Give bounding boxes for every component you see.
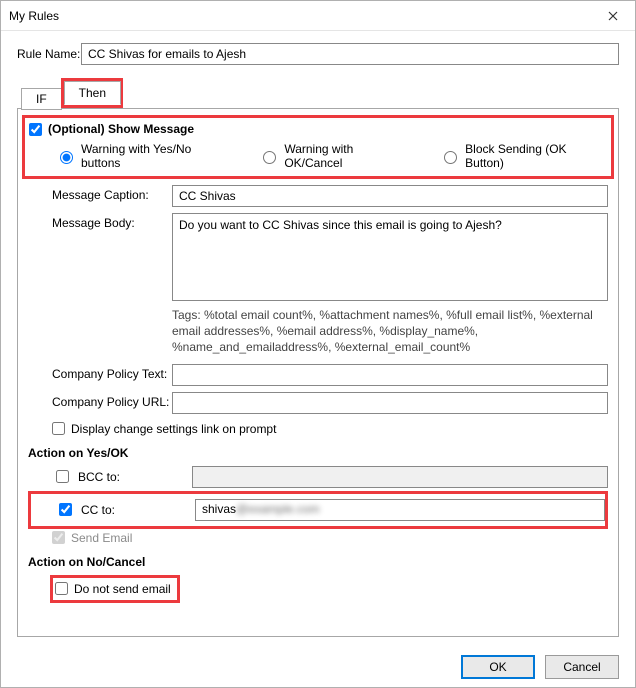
do-not-send-row: Do not send email bbox=[55, 582, 171, 596]
tab-then-label: Then bbox=[79, 86, 106, 100]
highlight-then-tab: Then bbox=[61, 78, 123, 108]
radio-warning-okcancel-label: Warning with OK/Cancel bbox=[284, 142, 413, 170]
cancel-button[interactable]: Cancel bbox=[545, 655, 619, 679]
bcc-checkbox[interactable] bbox=[56, 470, 69, 483]
dialog-body: Rule Name: IF Then (Optional) Show Messa… bbox=[1, 31, 635, 645]
policy-url-label: Company Policy URL: bbox=[52, 392, 172, 409]
radio-warning-okcancel-input[interactable] bbox=[263, 151, 276, 164]
highlight-do-not-send: Do not send email bbox=[50, 575, 180, 603]
cc-checkbox[interactable] bbox=[59, 503, 72, 516]
message-body-row: Message Body: bbox=[28, 213, 608, 301]
tab-if-label: IF bbox=[36, 92, 47, 106]
tabs: IF Then bbox=[17, 79, 619, 109]
highlight-show-message: (Optional) Show Message Warning with Yes… bbox=[22, 115, 614, 179]
cc-label: CC to: bbox=[81, 503, 115, 517]
radio-block-sending-label: Block Sending (OK Button) bbox=[465, 142, 607, 170]
then-panel: (Optional) Show Message Warning with Yes… bbox=[17, 108, 619, 637]
cc-input[interactable] bbox=[195, 499, 605, 521]
policy-url-input[interactable] bbox=[172, 392, 608, 414]
show-message-row: (Optional) Show Message bbox=[29, 122, 607, 136]
warning-type-radios: Warning with Yes/No buttons Warning with… bbox=[29, 138, 607, 172]
bcc-input[interactable] bbox=[192, 466, 608, 488]
dialog-footer: OK Cancel bbox=[1, 645, 635, 687]
radio-warning-yesno-label: Warning with Yes/No buttons bbox=[81, 142, 232, 170]
policy-url-row: Company Policy URL: bbox=[28, 392, 608, 414]
policy-text-input[interactable] bbox=[172, 364, 608, 386]
send-email-checkbox bbox=[52, 531, 65, 544]
dialog-window: My Rules Rule Name: IF Then (Optional) S… bbox=[0, 0, 636, 688]
title-bar: My Rules bbox=[1, 1, 635, 31]
radio-warning-okcancel[interactable]: Warning with OK/Cancel bbox=[258, 142, 413, 170]
radio-block-sending-input[interactable] bbox=[444, 151, 457, 164]
message-caption-label: Message Caption: bbox=[52, 185, 172, 202]
close-button[interactable] bbox=[591, 1, 635, 30]
radio-warning-yesno[interactable]: Warning with Yes/No buttons bbox=[55, 142, 232, 170]
action-yes-heading: Action on Yes/OK bbox=[28, 446, 608, 460]
display-link-checkbox[interactable] bbox=[52, 422, 65, 435]
rule-name-input[interactable] bbox=[81, 43, 619, 65]
highlight-cc-row: CC to: shivas@example.com bbox=[28, 491, 608, 529]
message-caption-input[interactable] bbox=[172, 185, 608, 207]
bcc-label: BCC to: bbox=[78, 470, 120, 484]
tab-if[interactable]: IF bbox=[21, 88, 62, 110]
message-body-label: Message Body: bbox=[52, 213, 172, 230]
close-icon bbox=[608, 11, 618, 21]
ok-button[interactable]: OK bbox=[461, 655, 535, 679]
do-not-send-checkbox[interactable] bbox=[55, 582, 68, 595]
action-no-heading: Action on No/Cancel bbox=[28, 555, 608, 569]
send-email-label: Send Email bbox=[71, 531, 132, 545]
window-title: My Rules bbox=[9, 9, 591, 23]
policy-text-row: Company Policy Text: bbox=[28, 364, 608, 386]
bcc-row: BCC to: bbox=[28, 466, 608, 488]
policy-text-label: Company Policy Text: bbox=[52, 364, 172, 381]
send-email-row: Send Email bbox=[28, 531, 608, 545]
show-message-checkbox[interactable] bbox=[29, 123, 42, 136]
do-not-send-label: Do not send email bbox=[74, 582, 171, 596]
tags-hint: Tags: %total email count%, %attachment n… bbox=[28, 307, 608, 356]
message-caption-row: Message Caption: bbox=[28, 185, 608, 207]
rule-name-row: Rule Name: bbox=[17, 43, 619, 65]
rule-name-label: Rule Name: bbox=[17, 47, 81, 61]
radio-block-sending[interactable]: Block Sending (OK Button) bbox=[439, 142, 607, 170]
display-link-row: Display change settings link on prompt bbox=[28, 422, 608, 436]
cc-row: CC to: shivas@example.com bbox=[31, 499, 605, 521]
show-message-label: (Optional) Show Message bbox=[48, 122, 194, 136]
display-link-label: Display change settings link on prompt bbox=[71, 422, 276, 436]
radio-warning-yesno-input[interactable] bbox=[60, 151, 73, 164]
message-body-input[interactable] bbox=[172, 213, 608, 301]
tab-then[interactable]: Then bbox=[64, 81, 121, 105]
